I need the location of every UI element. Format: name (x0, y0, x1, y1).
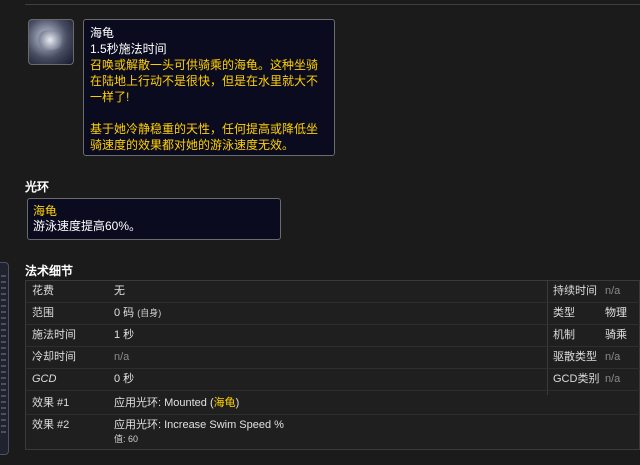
range-value: 0 码 (114, 307, 135, 319)
effect-row: 效果 #1 应用光环: Mounted (海龟) (26, 393, 640, 415)
spell-details-table: 花费 无 持续时间 n/a 范围 0 码 (自身) 类型 物理 施法时间 1 秒… (25, 280, 640, 450)
spell-description: 召唤或解散一头可供骑乘的海龟。这种坐骑在陆地上行动不是很快，但是在水里就大不一样… (90, 58, 319, 104)
effect-1-link[interactable]: 海龟 (214, 397, 236, 409)
gcd-label: GCD (32, 373, 57, 385)
cost-label: 花费 (32, 285, 54, 297)
effect-1-prefix: 应用光环: Mounted ( (114, 397, 214, 409)
effect-1-label: 效果 #1 (32, 397, 70, 409)
sea-turtle-icon (28, 19, 74, 65)
aura-name: 海龟 (33, 204, 58, 218)
details-heading: 法术细节 (25, 264, 74, 278)
spell-cast-time: 1.5秒施法时间 (90, 42, 167, 56)
duration-value: n/a (605, 285, 621, 297)
spell-name: 海龟 (90, 26, 115, 40)
table-row: 范围 0 码 (自身) 类型 物理 (26, 303, 640, 325)
type-label: 类型 (553, 307, 575, 319)
duration-label: 持续时间 (553, 285, 597, 297)
cooldown-label: 冷却时间 (32, 351, 76, 363)
effect-2-text: 应用光环: Increase Swim Speed % (114, 419, 284, 431)
table-row: GCD 0 秒 GCD类别 n/a (26, 369, 640, 391)
effect-row: 效果 #2 应用光环: Increase Swim Speed % 值: 60 (26, 415, 640, 449)
gcd-category-value: n/a (605, 373, 621, 385)
cost-value: 无 (114, 285, 125, 297)
effect-2-value: 值: 60 (114, 434, 139, 444)
cast-time-value: 1 秒 (114, 329, 135, 341)
spell-description-note: 基于她冷静稳重的天性，任何提高或降低坐骑速度的效果都对她的游泳速度无效。 (90, 122, 319, 152)
spell-tooltip: 海龟 1.5秒施法时间 召唤或解散一头可供骑乘的海龟。这种坐骑在陆地上行动不是很… (83, 19, 335, 156)
type-value: 物理 (605, 307, 627, 319)
mechanic-value: 骑乘 (605, 329, 627, 341)
effect-1-suffix: ) (235, 397, 240, 409)
dispel-type-value: n/a (605, 351, 621, 363)
side-panel-tab[interactable] (0, 262, 9, 455)
aura-tooltip: 海龟 游泳速度提高60%。 (27, 198, 281, 240)
table-row: 冷却时间 n/a 驱散类型 n/a (26, 347, 640, 369)
top-divider (25, 4, 640, 5)
aura-description: 游泳速度提高60%。 (33, 219, 142, 233)
dispel-type-label: 驱散类型 (553, 351, 597, 363)
effect-2-label: 效果 #2 (32, 419, 70, 431)
cooldown-value: n/a (114, 351, 130, 363)
range-extra: (自身) (137, 308, 162, 318)
table-row: 施法时间 1 秒 机制 骑乘 (26, 325, 640, 347)
gcd-value: 0 秒 (114, 373, 135, 385)
mechanic-label: 机制 (553, 329, 575, 341)
cast-time-label: 施法时间 (32, 329, 76, 341)
table-row: 花费 无 持续时间 n/a (26, 281, 640, 303)
gcd-category-label: GCD类别 (553, 373, 600, 385)
range-label: 范围 (32, 307, 54, 319)
aura-heading: 光环 (25, 180, 50, 194)
